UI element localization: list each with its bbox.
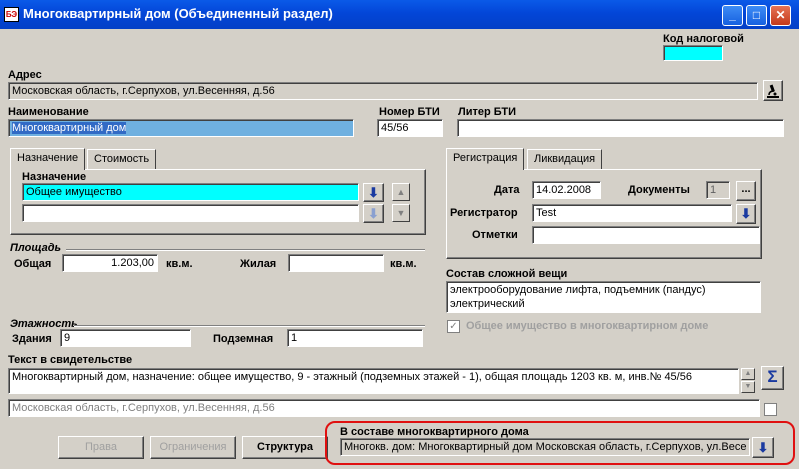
- bti-number-field[interactable]: 45/56: [377, 119, 443, 137]
- title-bar[interactable]: БЭ Многоквартирный дом (Объединенный раз…: [0, 0, 799, 29]
- in-building-field[interactable]: Многокв. дом: Многоквартирный дом Москов…: [340, 438, 750, 456]
- composite-field[interactable]: электрооборудование лифта, подъемник (па…: [446, 281, 761, 313]
- certificate-field[interactable]: Многоквартирный дом, назначение: общее и…: [8, 368, 739, 394]
- minimize-button[interactable]: _: [722, 5, 743, 26]
- reg-documents-button[interactable]: ...: [736, 181, 756, 201]
- certificate-scroll-down[interactable]: ▼: [741, 381, 755, 393]
- address-label: Адрес: [8, 69, 42, 81]
- area-living-label: Жилая: [240, 258, 277, 270]
- area-divider: [66, 249, 425, 251]
- area-total-field[interactable]: 1.203,00: [62, 254, 158, 272]
- purpose-label: Назначение: [22, 171, 87, 183]
- tab-cost[interactable]: Стоимость: [87, 149, 157, 169]
- reg-documents-label: Документы: [628, 184, 690, 196]
- reg-notes-label: Отметки: [472, 229, 518, 241]
- common-property-label: Общее имущество в многоквартирном доме: [466, 320, 709, 332]
- floors-underground-field[interactable]: 1: [287, 329, 423, 347]
- microscope-icon: [767, 84, 779, 98]
- rights-button[interactable]: Права: [58, 436, 144, 459]
- name-value: Многоквартирный дом: [12, 122, 127, 134]
- purpose-field-1[interactable]: Общее имущество: [22, 183, 359, 201]
- window-title: Многоквартирный дом (Объединенный раздел…: [23, 6, 333, 21]
- tab-registration[interactable]: Регистрация: [446, 148, 525, 170]
- tax-code-label: Код налоговой: [663, 33, 744, 45]
- area-living-field[interactable]: [288, 254, 384, 272]
- reg-date-label: Дата: [494, 184, 520, 196]
- address-field[interactable]: Московская область, г.Серпухов, ул.Весен…: [8, 82, 758, 100]
- composite-line-2: электрический: [450, 298, 525, 310]
- purpose-scroll-down[interactable]: ▼: [392, 204, 410, 222]
- area-unit-2: кв.м.: [390, 258, 417, 270]
- area-total-label: Общая: [14, 258, 52, 270]
- area-title: Площадь: [10, 242, 62, 254]
- reg-documents-count: 1: [706, 181, 730, 199]
- area-unit-1: кв.м.: [166, 258, 193, 270]
- tax-code-field[interactable]: [663, 45, 723, 61]
- certificate-address-checkbox[interactable]: [764, 403, 777, 416]
- floors-buildings-label: Здания: [12, 333, 52, 345]
- purpose-scroll-up[interactable]: ▲: [392, 183, 410, 201]
- certificate-scroll-up[interactable]: ▲: [741, 368, 755, 380]
- bti-letter-field[interactable]: [457, 119, 784, 137]
- common-property-checkbox[interactable]: ✓: [447, 320, 460, 333]
- reg-registrar-label: Регистратор: [450, 207, 518, 219]
- in-building-label: В составе многоквартирного дома: [340, 426, 529, 438]
- tab-purpose[interactable]: Назначение: [10, 148, 86, 170]
- composite-label: Состав сложной вещи: [446, 268, 568, 280]
- tab-liquidation[interactable]: Ликвидация: [527, 149, 603, 169]
- maximize-button[interactable]: □: [746, 5, 767, 26]
- restrictions-button[interactable]: Ограничения: [150, 436, 236, 459]
- floors-underground-label: Подземная: [213, 333, 274, 345]
- bti-number-label: Номер БТИ: [379, 106, 440, 118]
- purpose-field-2[interactable]: [22, 204, 359, 222]
- floors-buildings-field[interactable]: 9: [60, 329, 191, 347]
- reg-registrar-select-button[interactable]: ⬇: [736, 204, 756, 224]
- name-field[interactable]: Многоквартирный дом: [8, 119, 354, 137]
- close-button[interactable]: ✕: [770, 5, 791, 26]
- address-lookup-button[interactable]: [763, 80, 783, 101]
- purpose-select-button-2[interactable]: ⬇: [363, 204, 384, 223]
- floors-divider: [74, 325, 425, 327]
- structure-button[interactable]: Структура: [242, 436, 328, 459]
- composite-line-1: электрооборудование лифта, подъемник (па…: [450, 284, 706, 296]
- name-label: Наименование: [8, 106, 89, 118]
- sigma-button[interactable]: Σ: [761, 366, 784, 390]
- purpose-select-button-1[interactable]: ⬇: [363, 183, 384, 202]
- reg-notes-field[interactable]: [532, 226, 760, 244]
- reg-date-field[interactable]: 14.02.2008: [532, 181, 601, 199]
- in-building-select-button[interactable]: ⬇: [752, 437, 774, 458]
- app-window: БЭ Многоквартирный дом (Объединенный раз…: [0, 0, 799, 469]
- app-icon: БЭ: [4, 7, 19, 22]
- reg-registrar-field[interactable]: Test: [532, 204, 732, 222]
- bti-letter-label: Литер БТИ: [458, 106, 517, 118]
- certificate-address-field[interactable]: Московская область, г.Серпухов, ул.Весен…: [8, 399, 760, 417]
- certificate-label: Текст в свидетельстве: [8, 354, 133, 366]
